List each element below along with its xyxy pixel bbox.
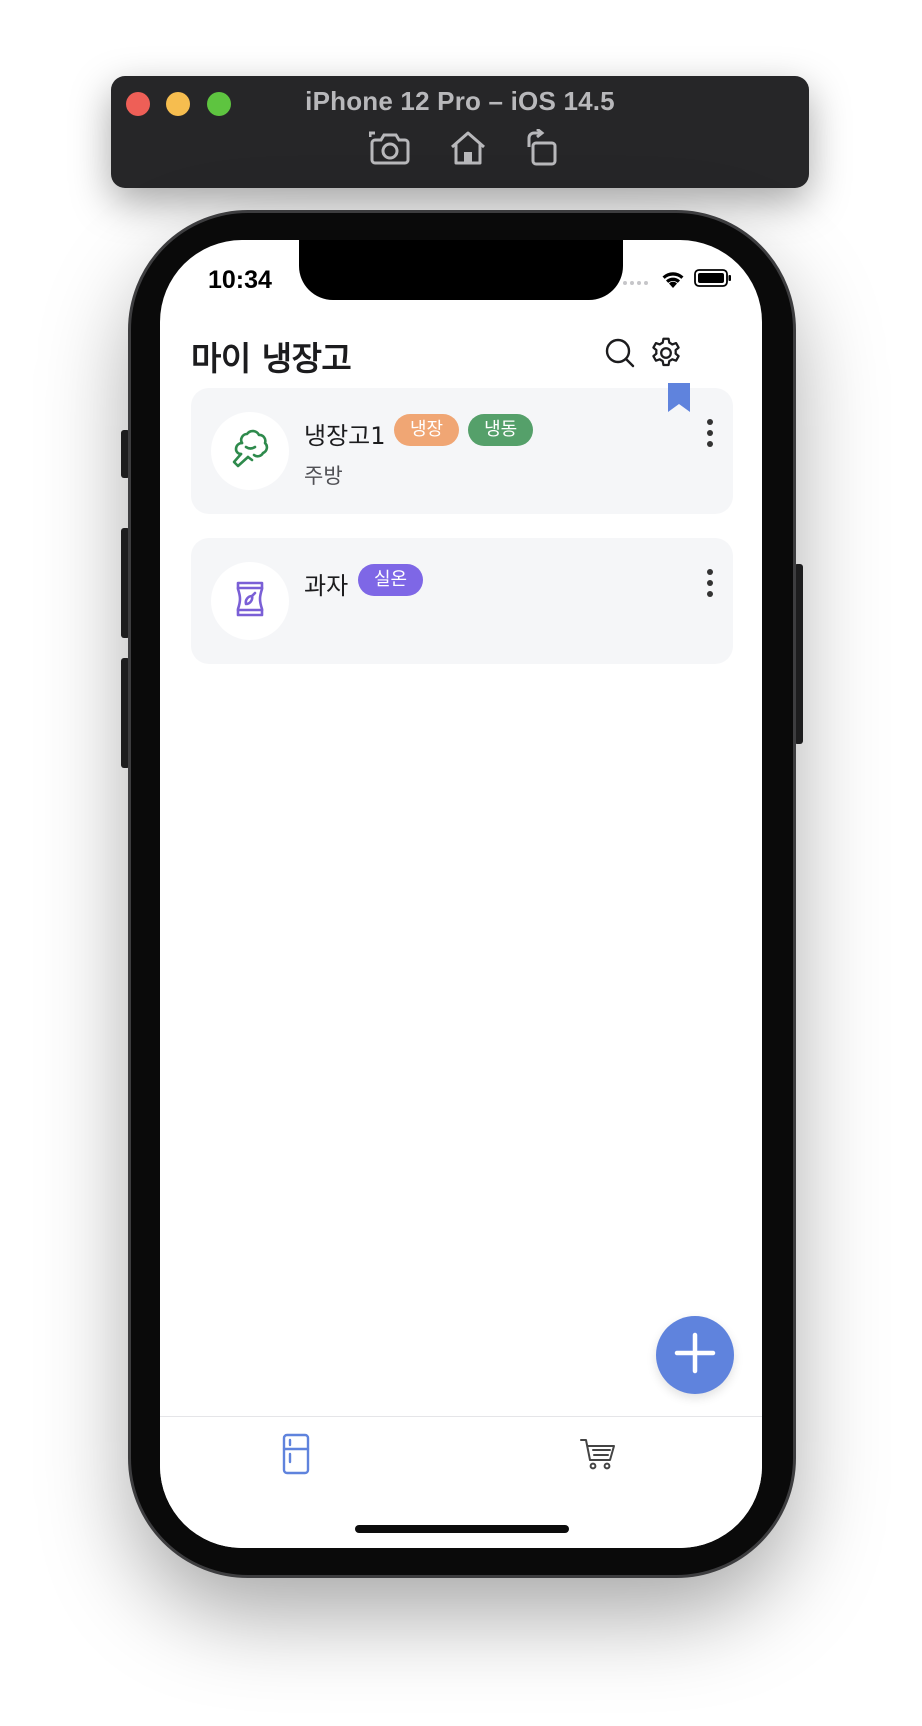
home-indicator (355, 1525, 569, 1533)
page-title: 마이 냉장고 (191, 339, 352, 378)
status-time: 10:34 (208, 266, 272, 294)
signal-icon (622, 271, 652, 290)
fridge-card[interactable]: 냉장고1 냉장 냉동 주방 (191, 383, 733, 514)
plus-icon (673, 1331, 717, 1379)
fridge-avatar (211, 412, 289, 490)
wifi-icon (660, 268, 686, 292)
fridge-card[interactable]: 과자 실온 (191, 538, 733, 664)
fridge-tags: 실온 (358, 564, 424, 596)
more-dot (707, 430, 713, 436)
home-button[interactable] (445, 129, 491, 171)
fridge-avatar (211, 562, 289, 640)
more-dot (707, 580, 713, 586)
more-dot (707, 419, 713, 425)
fridge-name: 냉장고1 (304, 422, 386, 450)
more-options-button[interactable] (695, 562, 725, 604)
more-options-button[interactable] (695, 412, 725, 454)
gear-icon (648, 335, 684, 375)
bookmark-icon[interactable] (668, 383, 690, 416)
app-screen: 10:34 마이 냉장고 냉장고1 냉장 냉동 주방 과자 실온 (160, 240, 762, 1548)
tab-shopping-cart[interactable] (568, 1431, 628, 1481)
fridge-tags: 냉장 냉동 (394, 414, 534, 446)
search-button[interactable] (600, 335, 640, 375)
tab-fridge[interactable] (266, 1431, 326, 1481)
add-fridge-button[interactable] (656, 1316, 734, 1394)
status-indicators (622, 268, 732, 292)
snack-bag-icon (228, 577, 272, 625)
cart-icon (579, 1437, 617, 1475)
more-dot (707, 569, 713, 575)
simulator-window-bar: iPhone 12 Pro – iOS 14.5 (111, 76, 809, 188)
tag-badge: 냉장 (394, 414, 460, 446)
more-dot (707, 441, 713, 447)
simulator-title: iPhone 12 Pro – iOS 14.5 (305, 86, 615, 116)
battery-icon (694, 268, 732, 292)
notch (299, 240, 623, 300)
fridge-name: 과자 (304, 572, 349, 600)
broccoli-icon (228, 427, 272, 475)
tag-badge: 냉동 (468, 414, 534, 446)
rotate-button[interactable] (519, 127, 565, 171)
screenshot-icon (368, 130, 411, 170)
search-icon (604, 337, 636, 373)
screenshot-button[interactable] (367, 129, 413, 171)
rotate-icon (525, 127, 559, 171)
more-dot (707, 591, 713, 597)
fridge-icon (282, 1433, 310, 1479)
home-icon (449, 130, 487, 170)
settings-button[interactable] (646, 335, 686, 375)
fridge-location: 주방 (304, 464, 343, 488)
tag-badge: 실온 (358, 564, 424, 596)
